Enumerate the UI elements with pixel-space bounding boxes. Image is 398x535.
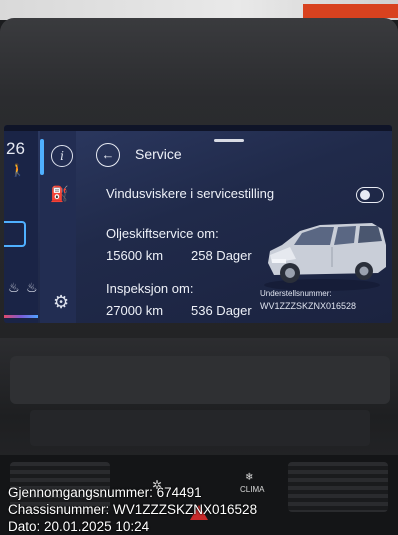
overlay-inspection-number: Gjennomgangsnummer: 674491 [8,485,202,500]
oil-service-km: 15600 km [106,248,164,263]
overlay-date: Dato: 20.01.2025 10:24 [8,519,150,534]
page-title: Service [135,146,182,162]
inspection-label: Inspeksjon om: [106,281,194,296]
background-orange-object [303,4,398,18]
clima-icon[interactable]: ❄ [245,472,253,483]
inspection-days: 536 Dager [191,303,252,318]
service-panel: ← Service Vindusviskere i servicestillin… [78,131,392,323]
gear-icon[interactable]: ⚙ [53,292,69,313]
temperature-bar [4,315,38,318]
active-indicator [40,139,44,175]
clock-time: 26 [6,139,25,158]
air-vent-right [288,462,388,512]
dashboard-trim-lower [30,410,370,446]
inspection-km: 27000 km [106,303,164,318]
clima-label[interactable]: CLIMA [240,485,264,494]
wiper-service-toggle[interactable] [356,187,384,203]
oil-service-days: 258 Dager [191,248,252,263]
dashboard-trim [10,356,390,404]
oil-service-label: Oljeskiftservice om: [106,226,219,241]
chassis-number-label: Understellsnummer: [260,289,332,298]
info-icon[interactable]: i [51,145,73,167]
pedestrian-icon: 🚶 [10,163,25,177]
wiper-service-label: Vindusviskere i servicestilling [106,186,275,201]
toggle-knob [360,190,370,200]
infotainment-screen: 26 🚶 ♨ ♨ i ⛽ ⚙ ← Service Vindusviskere i… [4,125,392,323]
back-arrow-icon: ← [101,147,115,162]
back-button[interactable]: ← [96,143,120,167]
overlay-chassis-number: Chassisnummer: WV1ZZZSKZNX016528 [8,502,258,517]
fuel-pump-icon[interactable]: ⛽ [50,185,69,203]
chassis-number-value: WV1ZZZSKZNX016528 [260,301,357,311]
vehicle-image [264,223,386,291]
seat-heater-icon[interactable]: ♨ [26,280,38,296]
home-shortcut-icon[interactable] [4,221,26,247]
seat-heater-icon[interactable]: ♨ [8,280,20,296]
